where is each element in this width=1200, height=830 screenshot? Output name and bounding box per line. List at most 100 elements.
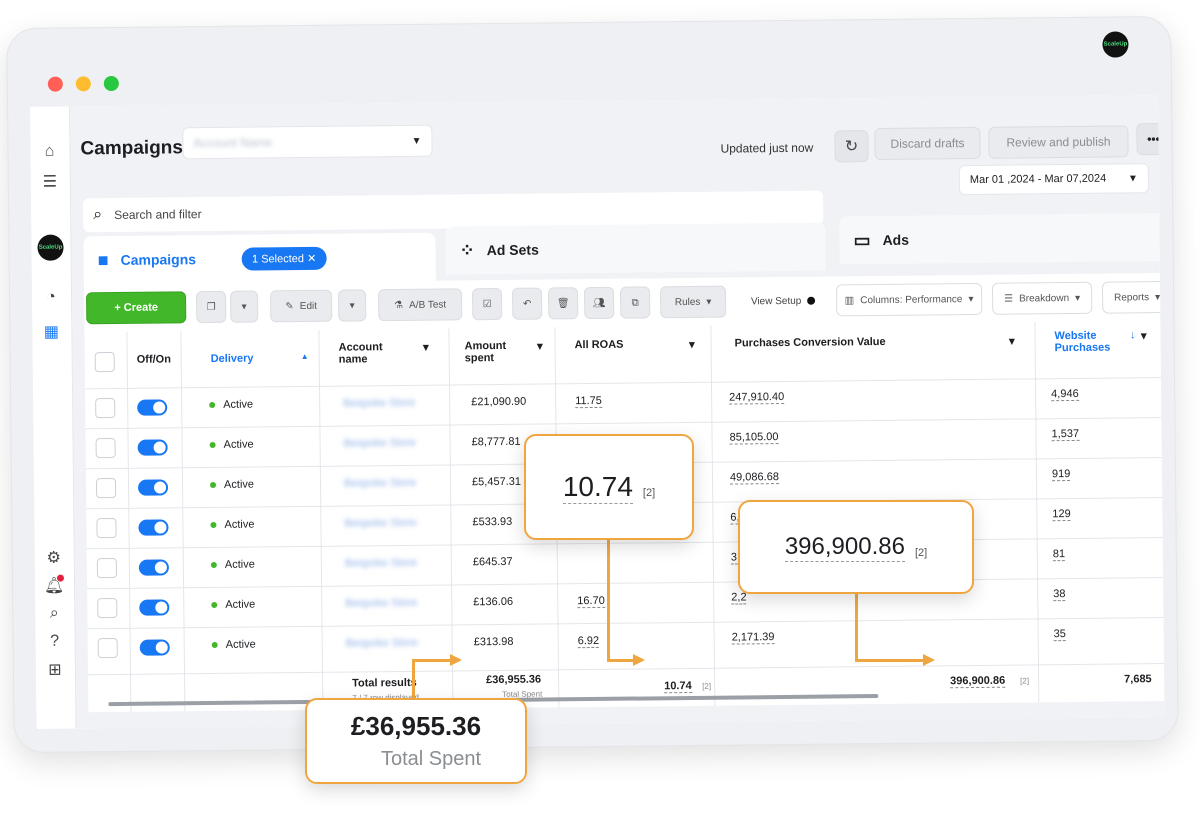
amount-spent: £21,090.90 bbox=[471, 395, 527, 409]
close-window-button[interactable] bbox=[47, 76, 63, 92]
selected-pill[interactable]: 1 Selected ✕ bbox=[241, 246, 327, 271]
maximize-window-button[interactable] bbox=[103, 75, 119, 92]
date-range-picker[interactable]: Mar 01 ,2024 - Mar 07,2024 ▼ bbox=[958, 163, 1150, 196]
create-button[interactable]: + Create bbox=[86, 291, 187, 325]
undo-button[interactable]: ↶ bbox=[511, 287, 543, 320]
view-setup-toggle[interactable]: View Setup bbox=[738, 285, 828, 318]
more-options-button[interactable]: ••• bbox=[1136, 122, 1165, 156]
reports-button[interactable]: Reports ▾ bbox=[1101, 280, 1165, 314]
row-checkbox[interactable] bbox=[96, 517, 117, 539]
menu-icon[interactable]: ☰ bbox=[39, 171, 61, 193]
account-name[interactable]: Bespoke Store bbox=[344, 517, 416, 530]
campaign-toggle[interactable] bbox=[138, 559, 169, 576]
tab-adsets[interactable]: ⁘ Ad Sets bbox=[445, 222, 826, 275]
grid-table-icon[interactable]: ▦ bbox=[40, 321, 62, 343]
tab-ads[interactable]: ▭ Ads bbox=[839, 212, 1165, 265]
row-checkbox[interactable] bbox=[95, 397, 116, 419]
row-checkbox[interactable] bbox=[97, 637, 118, 659]
roas-connector-horizontal bbox=[607, 659, 635, 662]
chevron-down-icon: ▾ bbox=[706, 296, 712, 308]
home-icon[interactable]: ⌂ bbox=[38, 141, 60, 163]
total-pcv-ref: [2] bbox=[1020, 676, 1030, 686]
delete-button[interactable]: 🗑︎ bbox=[547, 287, 579, 320]
website-purchases: 81 bbox=[1052, 548, 1066, 562]
settings-icon[interactable]: ⚙ bbox=[43, 547, 65, 569]
tab-campaigns[interactable]: ■ Campaigns 1 Selected ✕ bbox=[83, 232, 436, 285]
campaign-toggle[interactable] bbox=[138, 519, 169, 536]
edit-menu-button[interactable]: ▾ bbox=[337, 289, 367, 322]
roas-callout-ref: [2] bbox=[642, 487, 656, 499]
row-checkbox[interactable] bbox=[97, 597, 118, 619]
delivery-status-label: Active bbox=[224, 518, 255, 531]
duplicate-menu-button[interactable]: ▾ bbox=[229, 290, 259, 323]
account-name[interactable]: Bespoke Store bbox=[345, 597, 417, 610]
campaign-toggle[interactable] bbox=[137, 399, 168, 416]
campaign-toggle[interactable] bbox=[139, 599, 170, 616]
edit-button[interactable]: ✎ Edit bbox=[269, 289, 333, 323]
header-delivery-label: Delivery bbox=[210, 352, 254, 365]
spent-callout-label: Total Spent bbox=[380, 748, 482, 770]
website-purchases: 919 bbox=[1051, 468, 1071, 482]
website-purchases: 1,537 bbox=[1051, 427, 1080, 442]
bell-icon[interactable]: 🔔︎ bbox=[43, 574, 65, 597]
discard-drafts-button[interactable]: Discard drafts bbox=[874, 126, 981, 161]
flask-icon: ⚗ bbox=[394, 299, 404, 311]
rules-label: Rules bbox=[674, 296, 701, 308]
header-delivery[interactable]: Delivery ▲ bbox=[200, 330, 319, 387]
roas-callout: 10.74 [2] bbox=[524, 434, 694, 540]
account-name[interactable]: Bespoke Store bbox=[344, 437, 416, 450]
columns-button[interactable]: ▥ Columns: Performance ▾ bbox=[835, 282, 983, 317]
account-select[interactable]: Account Name ▼ bbox=[182, 124, 433, 160]
refresh-icon: ↻ bbox=[844, 138, 859, 156]
delivery-status: Active bbox=[209, 439, 254, 451]
clipboard-button[interactable]: ☑ bbox=[471, 287, 503, 321]
row-checkbox[interactable] bbox=[96, 557, 118, 579]
apps-icon[interactable]: ⊞ bbox=[44, 659, 66, 681]
header-roas[interactable]: All ROAS ▾ bbox=[564, 326, 705, 383]
campaign-toggle[interactable] bbox=[137, 439, 168, 456]
account-name[interactable]: Bespoke Store bbox=[346, 637, 418, 650]
audience-button[interactable]: 👥︎ bbox=[583, 286, 615, 320]
search-placeholder: Search and filter bbox=[114, 207, 202, 222]
amount-spent: £645.37 bbox=[472, 555, 513, 569]
all-roas: 16.70 bbox=[577, 594, 605, 609]
help-icon[interactable]: ? bbox=[44, 631, 66, 653]
duplicate-button[interactable]: ❐ bbox=[196, 290, 227, 324]
purchases-conversion-value: 247,910.40 bbox=[729, 390, 785, 405]
breakdown-button[interactable]: ☰ Breakdown ▾ bbox=[991, 281, 1093, 315]
account-name[interactable]: Bespoke Store bbox=[345, 557, 417, 570]
header-pcv[interactable]: Purchases Conversion Value ▾ bbox=[724, 322, 1025, 381]
active-dot-icon bbox=[209, 442, 216, 449]
ab-test-button[interactable]: ⚗ A/B Test bbox=[377, 288, 463, 322]
account-logo[interactable]: ScaleUp bbox=[37, 234, 64, 261]
account-select-value: Account Name bbox=[193, 135, 273, 151]
rules-button[interactable]: Rules ▾ bbox=[659, 285, 727, 319]
delivery-status-label: Active bbox=[225, 638, 256, 651]
campaign-toggle[interactable] bbox=[137, 479, 169, 496]
header-offon[interactable]: Off/On bbox=[126, 331, 181, 388]
active-dot-icon bbox=[210, 562, 217, 569]
minimize-window-button[interactable] bbox=[75, 76, 91, 92]
review-publish-button[interactable]: Review and publish bbox=[988, 125, 1129, 159]
chevron-down-icon: ▾ bbox=[968, 293, 974, 305]
sort-up-icon: ▲ bbox=[300, 351, 309, 362]
select-all-checkbox[interactable] bbox=[94, 352, 115, 373]
refresh-button[interactable]: ↻ bbox=[834, 130, 869, 163]
row-divider bbox=[85, 417, 1162, 430]
header-website-purchases[interactable]: Website Purchases ↓ ▾ bbox=[1044, 321, 1157, 378]
tab-campaigns-label: Campaigns bbox=[120, 251, 197, 268]
header-account[interactable]: Account name ▾ bbox=[328, 329, 439, 386]
header-amount[interactable]: Amount spent ▾ bbox=[454, 327, 553, 384]
chevron-down-icon: ▾ bbox=[423, 341, 429, 354]
campaign-toggle[interactable] bbox=[139, 639, 170, 656]
website-purchases: 4,946 bbox=[1051, 387, 1079, 402]
preview-button[interactable]: ⧉ bbox=[619, 286, 651, 319]
row-checkbox[interactable] bbox=[95, 437, 116, 459]
account-name[interactable]: Bespoke Store bbox=[344, 477, 416, 490]
sidebar: ⌂ ☰ ScaleUp ◔ ▦ ⚙ 🔔︎ ⌕ ? ⊞ bbox=[30, 106, 77, 729]
account-name[interactable]: Bespoke Store bbox=[343, 397, 415, 410]
row-checkbox[interactable] bbox=[95, 477, 117, 499]
gauge-icon[interactable]: ◔ bbox=[40, 287, 62, 309]
delivery-status: Active bbox=[210, 519, 254, 531]
search-icon[interactable]: ⌕ bbox=[43, 603, 65, 625]
